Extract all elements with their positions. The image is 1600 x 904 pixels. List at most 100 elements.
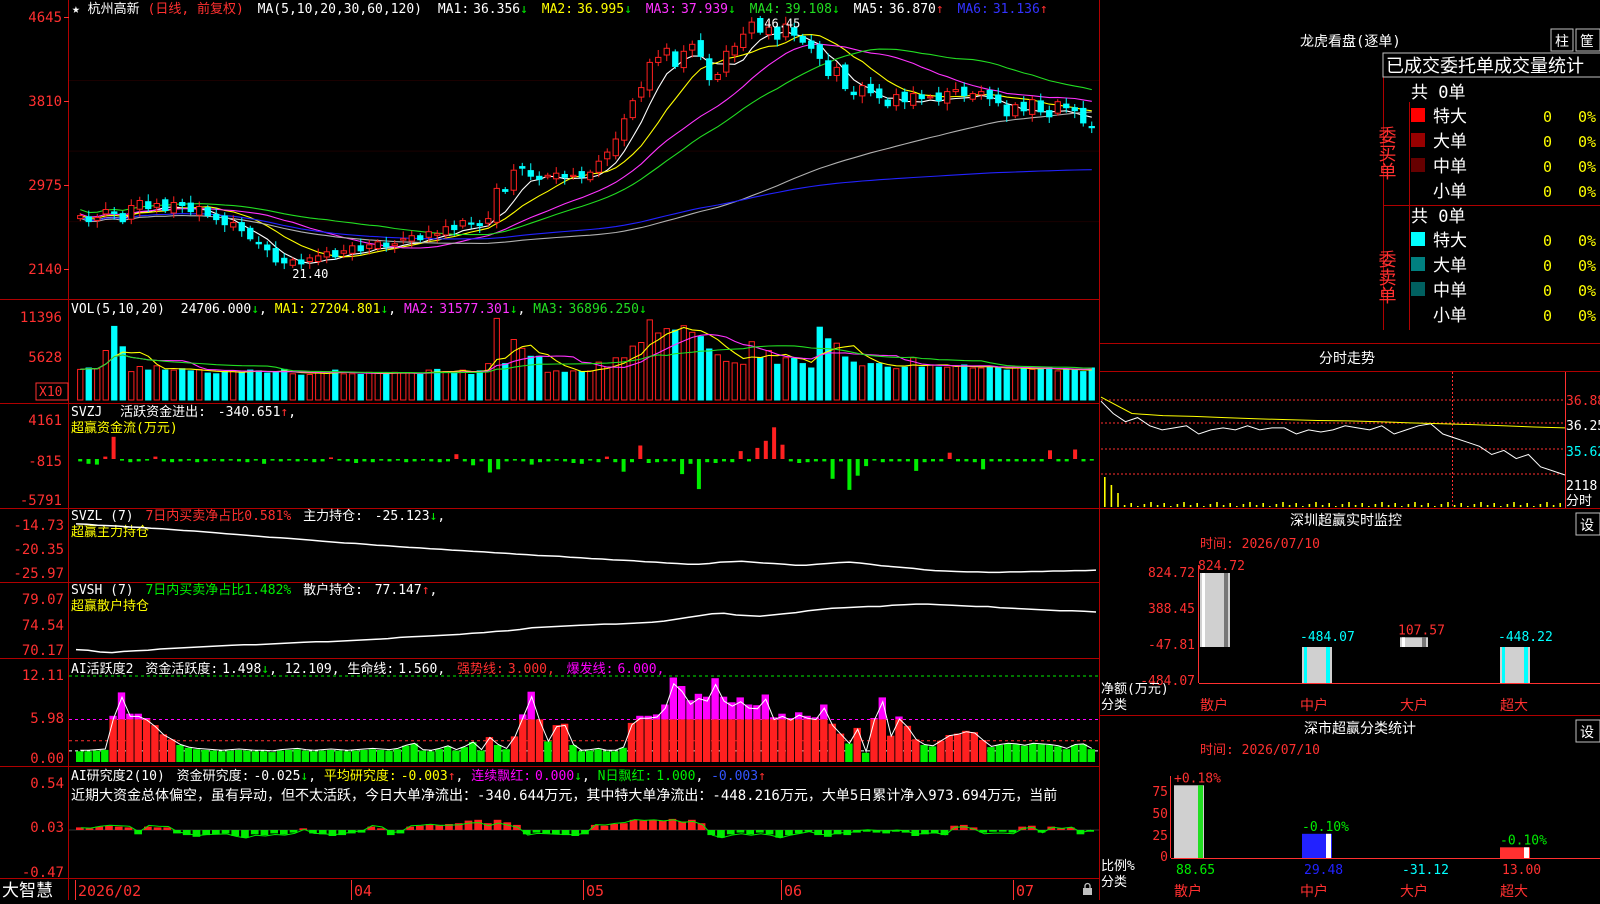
tab-filled[interactable]: 已成交 [1386, 56, 1440, 77]
volume-bar [196, 368, 203, 401]
volume-bar [434, 368, 441, 401]
candle-body [85, 216, 92, 223]
intraday-volume-bar [1189, 505, 1192, 507]
fund-flow-bar [922, 459, 927, 463]
volume-bar [459, 369, 466, 401]
candle-body [196, 206, 203, 216]
ai-burst-bar [753, 705, 761, 720]
fund-flow-bar [437, 459, 442, 463]
volume-bar [561, 371, 568, 401]
volume-bar [1012, 366, 1019, 401]
volume-bar [995, 367, 1002, 401]
monitor-cat: 散户 [1200, 697, 1228, 714]
ma6-value: 31.136 [993, 2, 1040, 17]
fund-flow-bar [287, 459, 292, 461]
candle-body [978, 91, 985, 96]
stat-cat: 超大 [1500, 884, 1528, 900]
ai-activity-bar [326, 749, 335, 762]
candle-body [859, 85, 866, 97]
volume-bar [468, 374, 475, 401]
ma4-arrow: ↓ [832, 2, 840, 17]
stat-pct: +0.18% [1174, 771, 1221, 786]
volume-bar [332, 369, 339, 401]
order-swatch [1411, 232, 1425, 246]
fund-flow-bar [864, 459, 869, 467]
fund-flow-bar [538, 459, 542, 463]
ai-activity-bar [452, 750, 460, 762]
ai-activity-bar [912, 739, 920, 762]
volume-bar [298, 374, 305, 401]
high-label: 46.45 [764, 17, 800, 31]
intraday-volume-bar [1262, 503, 1264, 507]
ai-activity-bar [1079, 744, 1087, 762]
star-icon[interactable]: ★ [72, 2, 80, 17]
stat-cat: 大户 [1400, 883, 1428, 900]
intraday-volume-bar [1460, 503, 1462, 507]
candle-body [510, 169, 517, 191]
app-logo[interactable]: 大智慧 [2, 881, 53, 901]
monitor-settings-button[interactable]: 设 [1575, 512, 1600, 536]
ai2-comment: 近期大资金总体偏空，虽有异动，但不太活跃，今日大单净流出：-340.644万元，… [71, 787, 1057, 804]
fund-flow-bar [1022, 459, 1027, 462]
ai-activity-bar [995, 745, 1004, 762]
candle-body [264, 244, 271, 251]
ai2-bar [153, 827, 162, 830]
volume-bar [825, 338, 832, 401]
ai-activity-bar [184, 747, 193, 762]
chart-mode[interactable]: (日线, 前复权) [148, 1, 244, 17]
intraday-volume-bar [1354, 505, 1357, 507]
ai-activity-bar [494, 745, 502, 762]
candle-body [706, 58, 713, 81]
tab-volume-stats[interactable]: 成交量统计 [1494, 56, 1584, 77]
ai2-bar [600, 825, 609, 830]
ai-strong-bar [769, 719, 778, 762]
volume-bar [383, 373, 390, 401]
ai-activity-bar [259, 751, 268, 762]
dragon-bar-button[interactable]: 柱 [1550, 28, 1574, 52]
ai2-bar [464, 820, 473, 830]
volume-bar [289, 373, 296, 401]
fund-flow-bar [370, 459, 375, 463]
fund-flow-bar [270, 459, 275, 461]
ai-strong-bar [786, 719, 795, 762]
monitor-title: 深圳超赢实时监控 [1290, 512, 1402, 529]
intraday-volume-bar [1434, 506, 1436, 507]
ai2-sep: , [308, 769, 316, 784]
ai-burst-bar [761, 694, 769, 720]
ma1-label: MA1: [438, 2, 469, 17]
ai2-bar [620, 823, 628, 830]
monitor-value: 824.72 [1198, 559, 1245, 574]
ai-strong-bar [820, 719, 828, 762]
candle-body [213, 213, 220, 221]
candle-body [298, 259, 305, 265]
candle-body [111, 211, 118, 214]
order-swatch [1411, 257, 1425, 271]
fund-flow-bar [797, 459, 802, 463]
candle-body [646, 61, 653, 91]
vol-ma2-value: 31577.301 [439, 302, 509, 317]
stat-settings-button[interactable]: 设 [1575, 719, 1600, 743]
candle-body [238, 222, 245, 232]
fund-flow-bar [136, 459, 141, 462]
ai-activity-bar [335, 750, 343, 762]
volume-bar [264, 372, 271, 401]
monitor-value: -448.22 [1498, 630, 1553, 645]
volume-bar [153, 365, 160, 401]
tab-orders[interactable]: 委托单 [1440, 56, 1494, 77]
fund-flow-bar [345, 459, 350, 462]
stat-bar-shade [1524, 847, 1529, 858]
date-label: 06 [784, 882, 802, 900]
volume-bar [604, 366, 611, 401]
ai-strong-bar [795, 719, 803, 762]
ai2-bar [736, 830, 745, 833]
intraday-volume-bar [1407, 504, 1410, 507]
monitor-ytick: 824.72 [1148, 566, 1195, 581]
dragon-frame-button[interactable]: 筐 [1575, 28, 1600, 52]
ai-activity-bar [544, 741, 552, 762]
volume-bar [476, 370, 483, 401]
svzl-label: 主力持仓: [303, 509, 363, 524]
intraday-volume-bar [1275, 504, 1278, 507]
volume-bar [918, 366, 925, 401]
candle-body [876, 88, 883, 99]
ai-burst-bar [744, 704, 753, 720]
